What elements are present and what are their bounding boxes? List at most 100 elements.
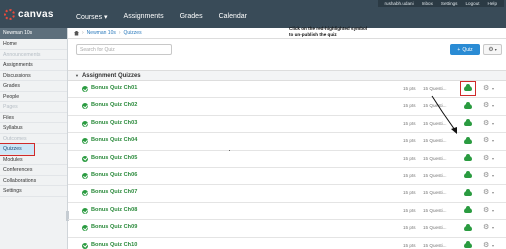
help-link[interactable]: Help — [484, 0, 501, 7]
chevron-down-icon[interactable]: ▾ — [492, 138, 494, 143]
quiz-published-icon — [82, 242, 88, 249]
quiz-row[interactable]: Bonus Quiz Ch10 15 pts 15 Questi... ⚙ ▾ — [68, 238, 506, 249]
sidebar-item-conferences[interactable]: Conferences — [0, 165, 67, 176]
chevron-down-icon[interactable]: ▾ — [492, 190, 494, 195]
quiz-row[interactable]: Bonus Quiz Ch07 15 pts 15 Questi... ⚙ ▾ — [68, 185, 506, 203]
sidebar-item-discussions[interactable]: Discussions — [0, 71, 67, 81]
canvas-logo[interactable]: canvas — [4, 9, 54, 20]
gear-icon[interactable]: ⚙ — [483, 102, 489, 109]
quiz-question-count: 15 Questi... — [423, 155, 447, 161]
publish-toggle-button[interactable] — [463, 206, 473, 216]
publish-toggle-button[interactable] — [463, 241, 473, 249]
gear-icon[interactable]: ⚙ — [483, 189, 489, 196]
chevron-down-icon[interactable]: ▾ — [492, 173, 494, 178]
publish-toggle-button[interactable] — [463, 188, 473, 198]
gear-icon[interactable]: ⚙ — [483, 172, 489, 179]
quiz-question-count: 15 Questi... — [423, 86, 447, 91]
quiz-title-link[interactable]: Bonus Quiz Ch05 — [91, 155, 137, 161]
sidebar-item-assignments[interactable]: Assignments — [0, 60, 67, 71]
course-sidebar: Newman 10s Home Announcements Assignment… — [0, 28, 69, 249]
add-quiz-button[interactable]: + Quiz — [450, 44, 480, 55]
quiz-title-link[interactable]: Bonus Quiz Ch09 — [91, 224, 137, 230]
publish-toggle-button[interactable] — [463, 154, 473, 164]
publish-toggle-button[interactable] — [463, 101, 473, 111]
sidebar-item-pages[interactable]: Pages — [0, 102, 67, 113]
home-icon[interactable] — [74, 30, 79, 36]
gear-icon[interactable]: ⚙ — [483, 137, 489, 144]
gear-icon[interactable]: ⚙ — [483, 85, 489, 92]
chevron-down-icon[interactable]: ▾ — [492, 208, 494, 213]
quiz-row[interactable]: Bonus Quiz Ch05 15 pts 15 Questi... ⚙ ▾ — [68, 151, 506, 168]
quiz-title-link[interactable]: Bonus Quiz Ch04 — [91, 137, 137, 143]
user-name-link[interactable]: rushabh.udani — [381, 0, 418, 7]
quiz-title-link[interactable]: Bonus Quiz Ch08 — [91, 207, 137, 213]
sidebar-item-announcements[interactable]: Announcements — [0, 50, 67, 60]
nav-courses[interactable]: Courses ▾ — [68, 13, 116, 21]
publish-toggle-button[interactable] — [460, 81, 476, 96]
breadcrumb-quizzes[interactable]: Quizzes — [124, 30, 142, 36]
quiz-row[interactable]: Bonus Quiz Ch02 15 pts 15 Questi... ⚙ ▾ — [68, 98, 506, 116]
publish-toggle-button[interactable] — [463, 119, 473, 129]
breadcrumb-separator: › — [118, 30, 121, 36]
publish-toggle-button[interactable] — [463, 171, 473, 181]
gear-icon[interactable]: ⚙ — [483, 242, 489, 249]
quiz-question-count: 15 Questi... — [423, 242, 447, 248]
quiz-row[interactable]: Bonus Quiz Ch06 15 pts 15 Questi... ⚙ ▾ — [68, 168, 506, 186]
collapse-triangle-icon: ▼ — [75, 73, 79, 78]
logout-link[interactable]: Logout — [461, 0, 483, 7]
quiz-group-header[interactable]: ▼ Assignment Quizzes — [68, 70, 506, 81]
quiz-published-icon — [82, 225, 88, 232]
breadcrumb-course[interactable]: Newman 10s — [87, 30, 116, 36]
quiz-row[interactable]: Bonus Quiz Ch09 15 pts 15 Questi... ⚙ ▾ — [68, 220, 506, 238]
quiz-title-link[interactable]: Bonus Quiz Ch01 — [91, 85, 137, 91]
nav-assignments[interactable]: Assignments — [116, 13, 172, 21]
quiz-question-count: 15 Questi... — [423, 138, 447, 144]
chevron-down-icon[interactable]: ▾ — [492, 121, 494, 126]
user-menu: rushabh.udani Inbox Settings Logout Help — [377, 0, 504, 7]
publish-toggle-button[interactable] — [463, 136, 473, 146]
nav-grades[interactable]: Grades — [172, 13, 211, 21]
publish-toggle-button[interactable] — [463, 223, 473, 233]
settings-link[interactable]: Settings — [437, 0, 462, 7]
nav-calendar[interactable]: Calendar — [211, 13, 255, 21]
chevron-down-icon[interactable]: ▾ — [492, 156, 494, 161]
quiz-title-link[interactable]: Bonus Quiz Ch07 — [91, 189, 137, 195]
inbox-link[interactable]: Inbox — [418, 0, 437, 7]
quiz-row[interactable]: Bonus Quiz Ch03 15 pts 15 Questi... ⚙ ▾ — [68, 116, 506, 134]
quiz-title-link[interactable]: Bonus Quiz Ch02 — [91, 102, 137, 108]
sidebar-item-people[interactable]: People — [0, 92, 67, 102]
quiz-row[interactable]: Bonus Quiz Ch01 15 pts 15 Questi... ⚙ ▾ — [68, 81, 506, 99]
quiz-points: 15 pts — [403, 190, 416, 196]
cloud-check-icon — [464, 136, 472, 144]
main-content: + Quiz ⚙ ▾ ▼ Assignment Quizzes Bonus Qu… — [68, 39, 506, 249]
chevron-down-icon[interactable]: ▾ — [492, 103, 494, 108]
quiz-title-link[interactable]: Bonus Quiz Ch10 — [91, 242, 137, 248]
sidebar-item-outcomes[interactable]: Outcomes — [0, 134, 67, 144]
sidebar-item-syllabus[interactable]: Syllabus — [0, 123, 67, 134]
search-input[interactable] — [76, 44, 172, 55]
chevron-down-icon[interactable]: ▾ — [492, 86, 494, 91]
quiz-title-link[interactable]: Bonus Quiz Ch06 — [91, 172, 137, 178]
sidebar-item-quizzes[interactable]: Quizzes — [0, 143, 35, 156]
gear-icon[interactable]: ⚙ — [483, 120, 489, 127]
sidebar-item-files[interactable]: Files — [0, 113, 67, 123]
gear-icon[interactable]: ⚙ — [483, 155, 489, 162]
quiz-row[interactable]: Bonus Quiz Ch08 15 pts 15 Questi... ⚙ ▾ — [68, 203, 506, 221]
quiz-question-count: 15 Questi... — [423, 120, 447, 126]
gear-icon[interactable]: ⚙ — [483, 224, 489, 231]
stray-dot — [229, 150, 230, 151]
quiz-points: 15 pts — [403, 225, 416, 231]
quiz-row[interactable]: Bonus Quiz Ch04 15 pts 15 Questi... ⚙ ▾ — [68, 133, 506, 151]
gear-icon[interactable]: ⚙ — [483, 207, 489, 214]
sidebar-item-home[interactable]: Home — [0, 39, 67, 50]
chevron-down-icon[interactable]: ▾ — [492, 225, 494, 230]
chevron-down-icon[interactable]: ▾ — [492, 243, 494, 248]
quiz-title-link[interactable]: Bonus Quiz Ch03 — [91, 120, 137, 126]
sidebar-item-settings[interactable]: Settings — [0, 186, 67, 197]
sidebar-item-modules[interactable]: Modules — [0, 155, 67, 165]
sidebar-item-collaborations[interactable]: Collaborations — [0, 176, 67, 186]
cloud-check-icon — [464, 84, 472, 91]
sidebar-item-grades[interactable]: Grades — [0, 81, 67, 92]
quiz-settings-menu-button[interactable]: ⚙ ▾ — [483, 44, 502, 55]
quiz-points: 15 pts — [403, 207, 416, 213]
